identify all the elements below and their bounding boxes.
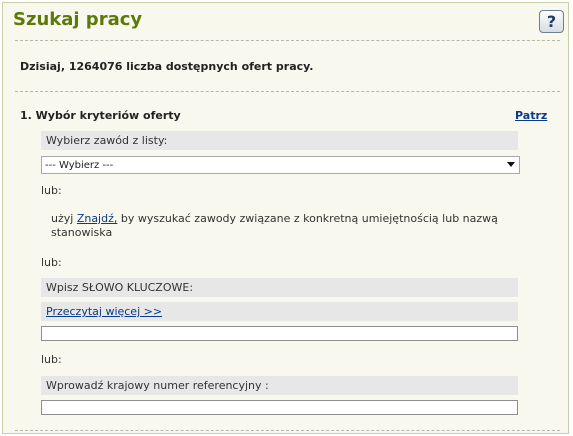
occupation-select-value: --- Wybierz --- xyxy=(45,159,114,171)
help-button[interactable]: ? xyxy=(539,10,564,33)
reference-label: Wprowadź krajowy numer referencyjny : xyxy=(41,376,518,395)
find-prefix: użyj xyxy=(51,212,77,225)
or-label: lub: xyxy=(41,184,62,197)
keyword-label: Wpisz SŁOWO KLUCZOWE: xyxy=(41,278,518,297)
divider xyxy=(15,91,560,92)
find-help-text: użyj Znajdź, by wyszukać zawody związane… xyxy=(51,212,531,240)
help-icon: ? xyxy=(546,12,557,31)
occupation-select[interactable]: --- Wybierz --- xyxy=(41,156,520,174)
occupation-label: Wybierz zawód z listy: xyxy=(41,131,518,150)
read-more-row: Przeczytaj więcej >> xyxy=(41,302,518,321)
offers-count-text: Dzisiaj, 1264076 liczba dostępnych ofert… xyxy=(20,60,314,73)
reference-number-input[interactable] xyxy=(41,400,518,415)
divider xyxy=(15,430,560,431)
divider xyxy=(15,40,560,41)
page-title: Szukaj pracy xyxy=(13,9,143,30)
section-title: 1. Wybór kryteriów oferty xyxy=(20,109,181,122)
chevron-down-icon xyxy=(507,162,515,167)
job-search-panel: Szukaj pracy ? Dzisiaj, 1264076 liczba d… xyxy=(2,2,569,434)
keyword-input[interactable] xyxy=(41,326,518,341)
patrz-link[interactable]: Patrz xyxy=(515,109,547,122)
read-more-link[interactable]: Przeczytaj więcej >> xyxy=(46,305,162,318)
or-label: lub: xyxy=(41,256,62,269)
find-link[interactable]: Znajdź, xyxy=(77,212,118,225)
or-label: lub: xyxy=(41,353,62,366)
find-suffix: by wyszukać zawody związane z konkretną … xyxy=(51,212,498,239)
